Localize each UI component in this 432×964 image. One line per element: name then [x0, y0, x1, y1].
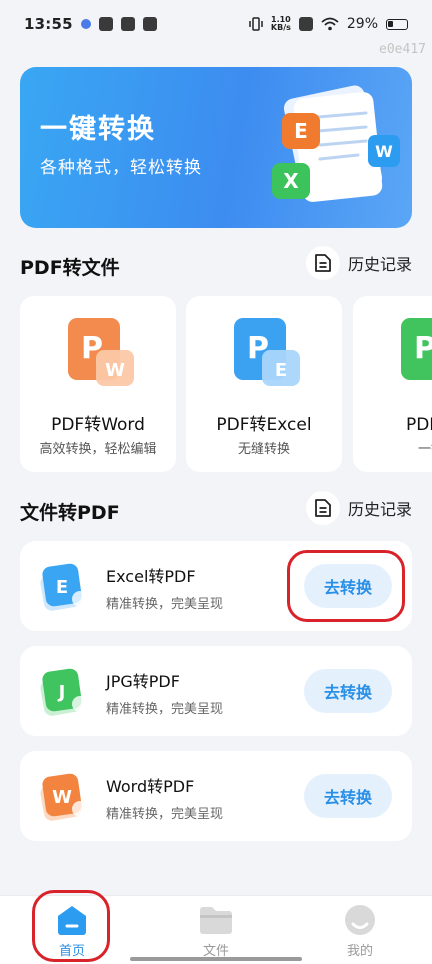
nav-profile[interactable]: 我的 [310, 896, 410, 964]
card-pdf-to-other[interactable]: P PDF转 一键 [353, 296, 432, 472]
home-indicator [130, 957, 302, 961]
jpg-file-icon: J [40, 668, 88, 716]
convert-button-word[interactable]: 去转换 [304, 774, 392, 818]
excel-file-icon: E [40, 563, 88, 611]
status-bar: 13:55 1.10 KB/s 29% [0, 0, 432, 48]
card-title: PDF转Excel [216, 415, 312, 435]
pdf-other-icon: P [401, 318, 432, 380]
convert-button-jpg[interactable]: 去转换 [304, 669, 392, 713]
history-button-pdf-to-file[interactable]: 历史记录 [305, 246, 412, 280]
message-icon [142, 17, 157, 31]
row-title: Excel转PDF [106, 567, 196, 586]
status-right: 1.10 KB/s 29% [249, 16, 408, 32]
folder-icon [200, 907, 232, 934]
convert-button-excel[interactable]: 去转换 [304, 564, 392, 608]
card-title: PDF转Word [51, 415, 145, 435]
nav-label-home: 首页 [58, 944, 85, 959]
document-icon [305, 246, 340, 280]
banner-subtitle: 各种格式，轻松转换 [40, 158, 202, 178]
app-notification-icon [98, 17, 113, 31]
history-label: 历史记录 [347, 500, 412, 519]
svg-text:E: E [56, 577, 68, 598]
badge-e: E [294, 119, 308, 143]
pdf-excel-icon: P E [234, 318, 300, 386]
card-pdf-to-excel[interactable]: P E PDF转Excel 无缝转换 [186, 296, 342, 472]
nav-label-profile: 我的 [346, 944, 373, 959]
battery-icon [386, 18, 408, 30]
net-speed: 1.10 KB/s [271, 16, 291, 32]
home-icon [58, 906, 86, 935]
badge-w: W [375, 142, 393, 161]
card-desc: 无缝转换 [237, 442, 290, 457]
history-label: 历史记录 [347, 255, 412, 274]
row-desc: 精准转换，完美呈现 [106, 597, 224, 612]
row-desc: 精准转换，完美呈现 [106, 807, 224, 822]
row-word-to-pdf[interactable]: W Word转PDF 精准转换，完美呈现 去转换 [20, 751, 412, 841]
notification-icon [80, 19, 91, 29]
tiktok-icon [120, 17, 135, 31]
net-speed-unit: KB/s [270, 23, 291, 32]
svg-text:W: W [52, 787, 72, 808]
pdf-word-icon: P W [68, 318, 134, 386]
bottom-nav: 首页 文件 我的 [0, 895, 432, 964]
watermark: e0e417 [379, 42, 426, 57]
wifi-icon [321, 17, 339, 31]
card-pdf-to-word[interactable]: P W PDF转Word 高效转换，轻松编辑 [20, 296, 176, 472]
row-desc: 精准转换，完美呈现 [106, 702, 224, 717]
svg-text:E: E [275, 360, 287, 381]
status-time: 13:55 [24, 15, 73, 33]
document-illustration-icon: E W X [272, 85, 400, 202]
svg-text:W: W [105, 360, 125, 381]
document-icon [305, 491, 340, 525]
row-jpg-to-pdf[interactable]: J JPG转PDF 精准转换，完美呈现 去转换 [20, 646, 412, 736]
sim-icon [298, 17, 313, 31]
history-button-file-to-pdf[interactable]: 历史记录 [305, 491, 412, 525]
nav-home[interactable]: 首页 [22, 896, 122, 964]
card-title: PDF转 [405, 415, 432, 435]
word-file-icon: W [40, 773, 88, 821]
hero-banner[interactable]: 一键转换 各种格式，轻松转换 E W X [20, 67, 412, 228]
section-title-file-to-pdf: 文件转PDF [20, 502, 120, 524]
pdf-to-file-carousel[interactable]: P W PDF转Word 高效转换，轻松编辑 P E PDF转Excel 无缝转… [20, 296, 432, 472]
card-desc: 高效转换，轻松编辑 [39, 442, 157, 457]
vibrate-icon [249, 17, 263, 31]
row-title: Word转PDF [106, 777, 195, 796]
status-left: 13:55 [24, 15, 157, 33]
nav-files[interactable]: 文件 [166, 896, 266, 964]
badge-x: X [283, 169, 299, 193]
section-title-pdf-to-file: PDF转文件 [20, 257, 120, 279]
row-title: JPG转PDF [106, 672, 180, 691]
row-excel-to-pdf[interactable]: E Excel转PDF 精准转换，完美呈现 去转换 [20, 541, 412, 631]
profile-icon [345, 905, 375, 935]
card-desc: 一键 [417, 442, 432, 457]
svg-text:P: P [414, 331, 432, 366]
battery-percent: 29% [346, 16, 378, 32]
banner-title: 一键转换 [40, 114, 156, 145]
svg-text:J: J [57, 682, 66, 703]
